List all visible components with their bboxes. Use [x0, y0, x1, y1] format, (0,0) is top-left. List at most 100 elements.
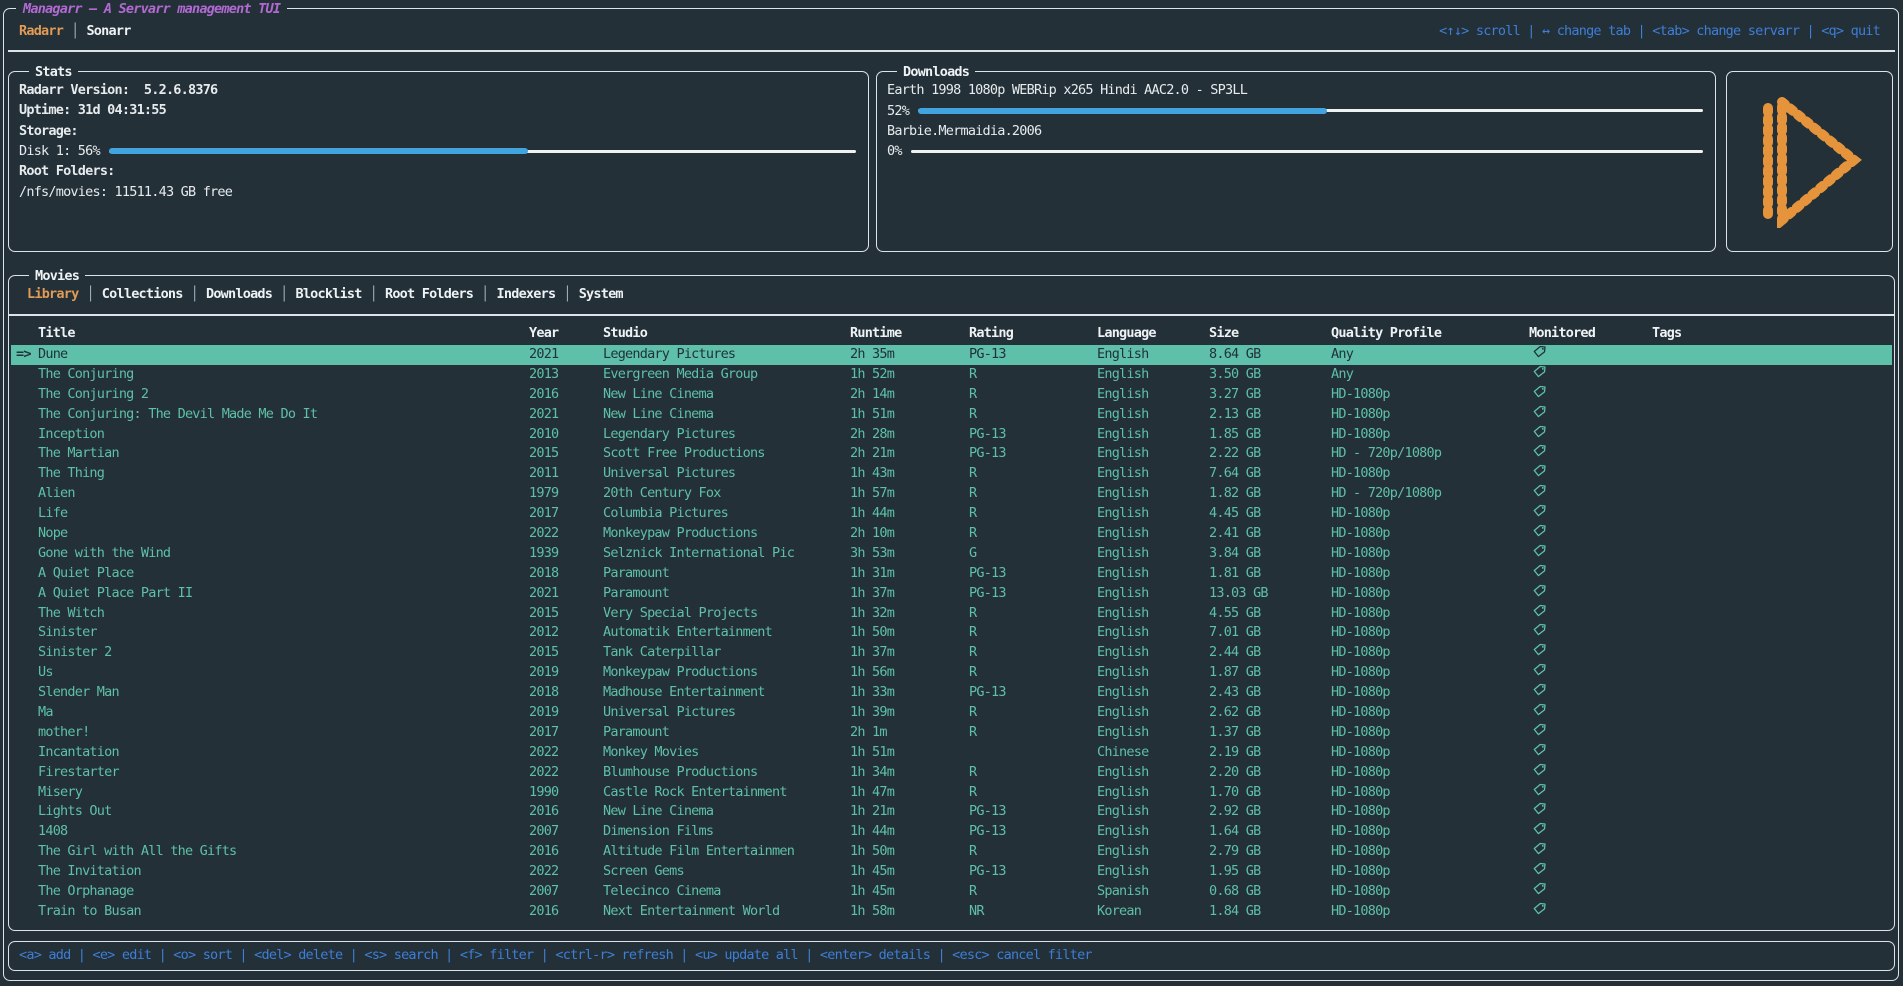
- table-row[interactable]: The Martian2015Scott Free Productions2h …: [11, 444, 1892, 464]
- cell-quality: HD-1080p: [1331, 902, 1529, 922]
- cell-studio: New Line Cinema: [603, 405, 850, 425]
- cell-quality: HD-1080p: [1331, 723, 1529, 743]
- tag-icon: [1532, 544, 1546, 558]
- tag-icon: [1532, 862, 1546, 876]
- tab-sonarr[interactable]: Sonarr: [86, 23, 130, 39]
- tab-root-folders[interactable]: Root Folders: [385, 286, 473, 302]
- table-row[interactable]: Sinister 22015Tank Caterpillar1h 37mREng…: [11, 643, 1892, 663]
- cell-studio: New Line Cinema: [603, 385, 850, 405]
- table-row[interactable]: Us2019Monkeypaw Productions1h 56mREnglis…: [11, 663, 1892, 683]
- table-row[interactable]: Misery1990Castle Rock Entertainment1h 47…: [11, 783, 1892, 803]
- tab-collections[interactable]: Collections: [102, 286, 183, 302]
- column-header-runtime: Runtime: [850, 324, 969, 344]
- cell-language: English: [1097, 683, 1209, 703]
- cell-title: The Witch: [11, 604, 529, 624]
- cell-runtime: 1h 50m: [850, 623, 969, 643]
- cell-size: 7.01 GB: [1209, 623, 1331, 643]
- cell-title: A Quiet Place Part II: [11, 584, 529, 604]
- table-row[interactable]: A Quiet Place Part II2021Paramount1h 37m…: [11, 584, 1892, 604]
- table-row[interactable]: Nope2022Monkeypaw Productions2h 10mREngl…: [11, 524, 1892, 544]
- table-row[interactable]: A Quiet Place2018Paramount1h 31mPG-13Eng…: [11, 564, 1892, 584]
- cell-runtime: 2h 14m: [850, 385, 969, 405]
- table-row[interactable]: The Girl with All the Gifts2016Altitude …: [11, 842, 1892, 862]
- cell-year: 1939: [529, 544, 603, 564]
- cell-studio: Paramount: [603, 723, 850, 743]
- download-gauge: [918, 100, 1705, 120]
- tab-downloads[interactable]: Downloads: [206, 286, 272, 302]
- table-row[interactable]: Alien197920th Century Fox1h 57mREnglish1…: [11, 484, 1892, 504]
- tab-system[interactable]: System: [579, 286, 623, 302]
- cell-quality: HD-1080p: [1331, 763, 1529, 783]
- cell-monitored: [1529, 862, 1652, 882]
- tag-icon: [1532, 444, 1546, 458]
- table-row[interactable]: mother!2017Paramount2h 1mREnglish1.37 GB…: [11, 723, 1892, 743]
- tag-icon: [1532, 504, 1546, 518]
- cell-title: Misery: [11, 783, 529, 803]
- cell-rating: R: [969, 405, 1097, 425]
- root-folders-label: Root Folders:: [19, 161, 858, 181]
- stats-version: Radarr Version: 5.2.6.8376: [19, 80, 858, 100]
- cell-monitored: [1529, 683, 1652, 703]
- table-row[interactable]: Sinister2012Automatik Entertainment1h 50…: [11, 623, 1892, 643]
- cell-monitored: [1529, 564, 1652, 584]
- table-row[interactable]: 14082007Dimension Films1h 44mPG-13Englis…: [11, 822, 1892, 842]
- tag-icon: [1532, 623, 1546, 637]
- cell-size: 2.13 GB: [1209, 405, 1331, 425]
- tab-radarr[interactable]: Radarr: [19, 23, 63, 39]
- cell-rating: PG-13: [969, 802, 1097, 822]
- cell-title: Gone with the Wind: [11, 544, 529, 564]
- cell-runtime: 2h 10m: [850, 524, 969, 544]
- cell-runtime: 2h 21m: [850, 444, 969, 464]
- column-header-rating: Rating: [969, 324, 1097, 344]
- table-row[interactable]: Inception2010Legendary Pictures2h 28mPG-…: [11, 425, 1892, 445]
- table-row[interactable]: Life2017Columbia Pictures1h 44mREnglish4…: [11, 504, 1892, 524]
- cell-title: Incantation: [11, 743, 529, 763]
- stats-storage-label: Storage:: [19, 121, 858, 141]
- download-item-name: Barbie.Mermaidia.2006: [887, 121, 1705, 141]
- table-row[interactable]: Gone with the Wind1939Selznick Internati…: [11, 544, 1892, 564]
- tag-icon: [1532, 822, 1546, 836]
- stats-panel: Stats Radarr Version: 5.2.6.8376 Uptime:…: [8, 71, 869, 252]
- table-row[interactable]: The Witch2015Very Special Projects1h 32m…: [11, 604, 1892, 624]
- cell-title: Lights Out: [11, 802, 529, 822]
- table-row[interactable]: Ma2019Universal Pictures1h 39mREnglish2.…: [11, 703, 1892, 723]
- table-row[interactable]: Slender Man2018Madhouse Entertainment1h …: [11, 683, 1892, 703]
- tag-icon: [1532, 643, 1546, 657]
- table-row[interactable]: Train to Busan2016Next Entertainment Wor…: [11, 902, 1892, 922]
- cell-title: A Quiet Place: [11, 564, 529, 584]
- cell-language: English: [1097, 584, 1209, 604]
- movies-panel: Movies Library│Collections│Downloads│Blo…: [8, 275, 1895, 931]
- cell-rating: PG-13: [969, 425, 1097, 445]
- table-row[interactable]: Lights Out2016New Line Cinema1h 21mPG-13…: [11, 802, 1892, 822]
- cell-title: The Girl with All the Gifts: [11, 842, 529, 862]
- table-row[interactable]: =>Dune2021Legendary Pictures2h 35mPG-13E…: [11, 345, 1892, 365]
- cell-size: 2.44 GB: [1209, 643, 1331, 663]
- table-row[interactable]: The Conjuring 22016New Line Cinema2h 14m…: [11, 385, 1892, 405]
- cell-monitored: [1529, 365, 1652, 385]
- cell-year: 2017: [529, 504, 603, 524]
- tab-library[interactable]: Library: [27, 286, 78, 302]
- cell-runtime: 1h 33m: [850, 683, 969, 703]
- cell-rating: R: [969, 464, 1097, 484]
- tag-icon: [1532, 365, 1546, 379]
- table-row[interactable]: The Conjuring2013Evergreen Media Group1h…: [11, 365, 1892, 385]
- table-row[interactable]: The Thing2011Universal Pictures1h 43mREn…: [11, 464, 1892, 484]
- footer-panel: <a> add | <e> edit | <o> sort | <del> de…: [8, 941, 1895, 971]
- table-row[interactable]: Firestarter2022Blumhouse Productions1h 3…: [11, 763, 1892, 783]
- cell-quality: HD-1080p: [1331, 464, 1529, 484]
- cell-rating: R: [969, 623, 1097, 643]
- keybind-help-top: <↑↓> scroll | ↔ change tab | <tab> chang…: [1439, 21, 1880, 41]
- table-row[interactable]: The Invitation2022Screen Gems1h 45mPG-13…: [11, 862, 1892, 882]
- cell-language: English: [1097, 783, 1209, 803]
- cell-title: Us: [11, 663, 529, 683]
- download-item-name: Earth 1998 1080p WEBRip x265 Hindi AAC2.…: [887, 80, 1705, 100]
- tab-indexers[interactable]: Indexers: [497, 286, 556, 302]
- cell-rating: G: [969, 544, 1097, 564]
- cell-runtime: 1h 34m: [850, 763, 969, 783]
- tag-icon: [1532, 484, 1546, 498]
- table-row[interactable]: The Orphanage2007Telecinco Cinema1h 45mR…: [11, 882, 1892, 902]
- cell-quality: HD-1080p: [1331, 842, 1529, 862]
- table-row[interactable]: Incantation2022Monkey Movies1h 51mChines…: [11, 743, 1892, 763]
- table-row[interactable]: The Conjuring: The Devil Made Me Do It20…: [11, 405, 1892, 425]
- tab-blocklist[interactable]: Blocklist: [295, 286, 361, 302]
